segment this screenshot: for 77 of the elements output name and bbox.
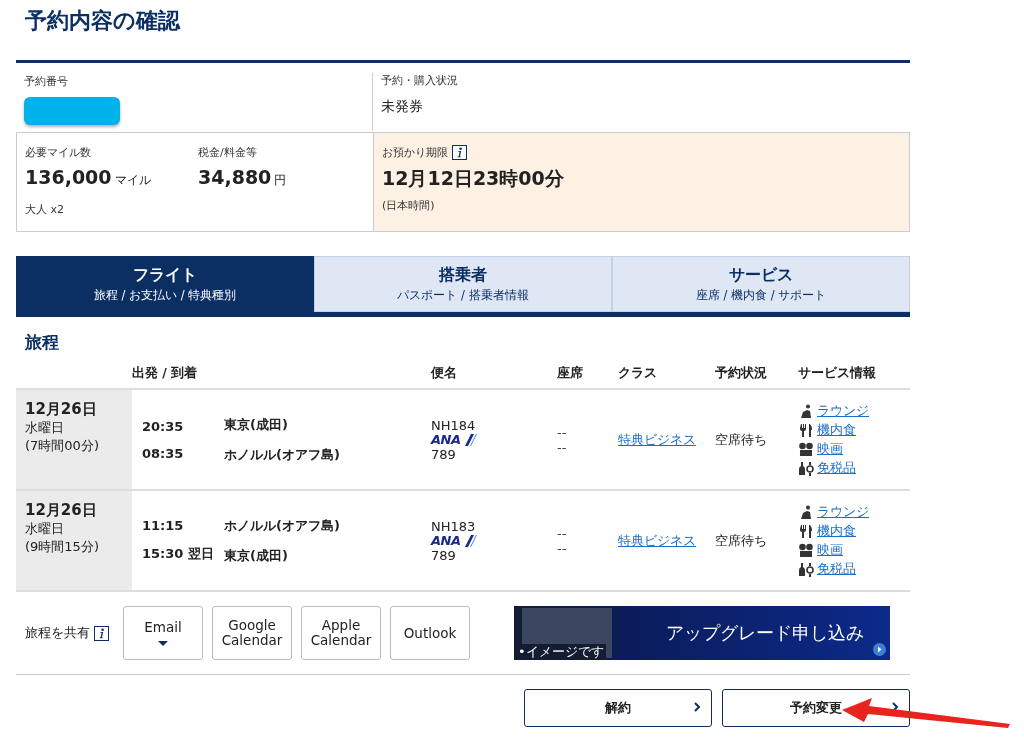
airport-name: 東京(成田) [224,415,289,434]
column-header: クラス [618,365,658,382]
status-value: 未発券 [381,98,424,116]
service-link[interactable]: 機内食 [817,421,856,439]
flight-number: NH184 [431,417,476,433]
bottle-watch-icon [798,561,814,577]
column-header: 座席 [557,365,584,382]
action-button[interactable]: 予約変更 [722,689,910,727]
airline-logo: ANA [431,432,477,447]
column-header: 予約状況 [715,365,768,382]
tab[interactable]: フライト 旅程 / お支払い / 特典種別 [16,256,314,312]
page-title: 予約内容の確認 [24,7,182,35]
flight-time: 11:15 [142,518,185,533]
airport-name: ホノルル(オアフ島) [224,445,341,464]
flight-time: 08:35 [142,445,185,461]
column-header: 便名 [431,365,458,382]
banner-text: アップグレード申し込み [666,621,864,645]
fork-knife-icon [798,422,814,438]
date-cell: 12月26日 水曜日 (9時間15分) [16,491,132,590]
banner-caption: •イメージです [516,644,606,659]
deadline-note: (日本時間) [382,198,435,213]
seat-value: -- [557,439,568,455]
class-link[interactable]: 特典ビジネス [618,532,696,548]
action-button[interactable]: 解約 [524,689,712,727]
tax-value: 34,880 円 [198,166,288,191]
flight-number: NH183 [431,518,476,534]
flight-time: 15:30 翌日 [142,545,215,563]
caret-icon [158,641,168,646]
seat-value: -- [557,424,568,440]
share-label: 旅程を共有 [25,624,90,642]
info-icon[interactable] [94,625,109,641]
column-header: サービス情報 [798,365,877,382]
share-button[interactable]: Apple Calendar [301,606,381,660]
fork-knife-icon [798,523,814,539]
aircraft-type: 789 [431,446,456,462]
seat-value: -- [557,525,568,541]
service-link[interactable]: 映画 [817,440,843,458]
seat-value: -- [557,540,568,556]
section-title: 旅程 [23,331,60,354]
arrow-circle-icon [873,643,886,656]
date-cell: 12月26日 水曜日 (7時間00分) [16,390,132,489]
airport-name: 東京(成田) [224,546,289,565]
class-link[interactable]: 特典ビジネス [618,431,696,447]
aircraft-type: 789 [431,547,456,563]
tab[interactable]: サービス 座席 / 機内食 / サポート [612,256,910,312]
service-link[interactable]: ラウンジ [817,402,869,420]
upgrade-banner[interactable]: •イメージです アップグレード申し込み [514,606,890,660]
share-button[interactable]: Google Calendar [212,606,292,660]
airport-name: ホノルル(オアフ島) [224,516,341,535]
tab[interactable]: 搭乗者 パスポート / 搭乗者情報 [314,256,612,312]
airline-logo: ANA [431,533,477,548]
miles-label: 必要マイル数 [25,145,92,161]
bottle-watch-icon [798,460,814,476]
booking-status: 空席待ち [715,531,768,550]
booking-status: 空席待ち [715,430,768,449]
deadline-value: 12月12日23時00分 [382,166,564,191]
service-link[interactable]: 機内食 [817,522,856,540]
film-camera-icon [798,441,814,457]
share-button[interactable]: Outlook [390,606,470,660]
service-link[interactable]: 免税品 [817,560,856,578]
flight-time: 20:35 [142,418,185,434]
film-camera-icon [798,542,814,558]
passenger-count: 大人 x2 [25,201,65,218]
column-header: 出発 / 到着 [132,365,199,382]
service-link[interactable]: 映画 [817,541,843,559]
tax-label: 税金/料金等 [198,145,258,161]
service-link[interactable]: ラウンジ [817,503,869,521]
miles-value: 136,000 マイル [25,166,152,191]
info-icon[interactable] [452,145,467,160]
booking-number-label: 予約番号 [24,74,68,89]
seat-icon [798,403,814,419]
chevron-right-icon [693,701,701,713]
service-link[interactable]: 免税品 [817,459,856,477]
share-button[interactable]: Email [123,606,203,660]
deadline-label: お預かり期限 [382,145,448,160]
seat-icon [798,504,814,520]
status-label: 予約・購入状況 [381,73,459,88]
